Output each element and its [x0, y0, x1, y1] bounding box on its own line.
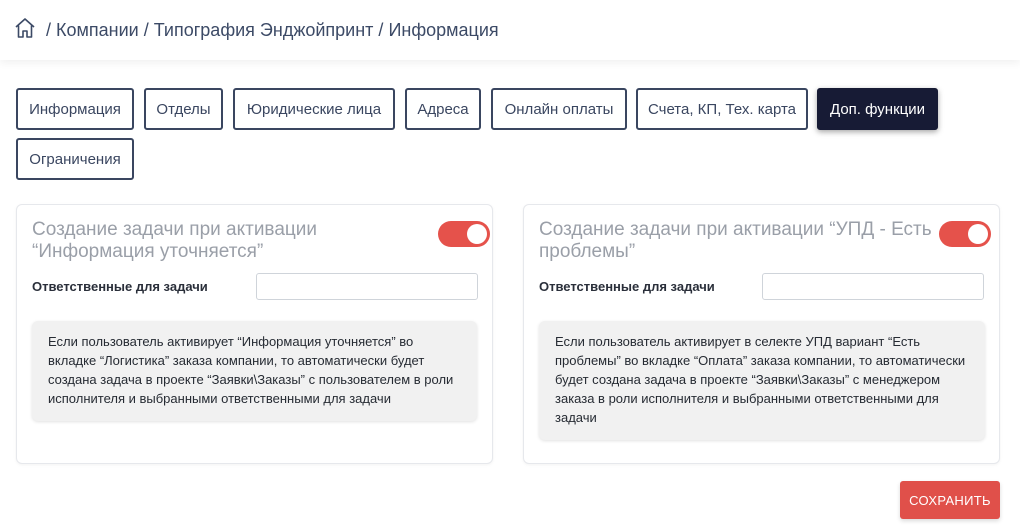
page-header: / Компании / Типография Энджойпринт / Ин…: [0, 0, 1020, 60]
tab-departments[interactable]: Отделы: [144, 88, 223, 130]
tab-addresses[interactable]: Адреса: [405, 88, 481, 130]
settings-card-info-clarify: Создание задачи при активации “Информаци…: [16, 204, 493, 464]
responsible-input[interactable]: [256, 273, 478, 300]
card-title: Создание задачи при активации “Информаци…: [32, 219, 317, 262]
toggle-switch[interactable]: [438, 221, 490, 247]
info-box: Если пользователь активирует “Информация…: [32, 321, 477, 421]
home-icon[interactable]: [14, 17, 36, 39]
breadcrumb-item-companies[interactable]: Компании: [56, 20, 139, 41]
breadcrumb-item-current: Информация: [388, 19, 499, 40]
toggle-switch[interactable]: [939, 221, 991, 247]
tab-restrictions[interactable]: Ограничения: [16, 138, 134, 180]
settings-card-upd-problems: Создание задачи при активации “УПД - Ест…: [523, 204, 1000, 464]
tab-legal-entities[interactable]: Юридические лица: [233, 88, 395, 130]
card-title: Создание задачи при активации “УПД - Ест…: [539, 219, 932, 262]
tab-extra-functions[interactable]: Доп. функции: [817, 88, 938, 130]
tab-invoices[interactable]: Счета, КП, Тех. карта: [636, 88, 808, 130]
breadcrumb-item-company[interactable]: Типография Энджойпринт: [154, 20, 374, 41]
responsible-input[interactable]: [762, 273, 984, 300]
tab-online-payments[interactable]: Онлайн оплаты: [491, 88, 627, 130]
breadcrumb-separator: /: [143, 19, 149, 40]
breadcrumb-separator: /: [378, 19, 384, 40]
field-label: Ответственные для задачи: [32, 279, 208, 294]
toggle-knob: [467, 224, 487, 244]
breadcrumb-separator: /: [46, 19, 52, 40]
toggle-knob: [968, 224, 988, 244]
field-label: Ответственные для задачи: [539, 279, 715, 294]
info-box: Если пользователь активирует в селекте У…: [539, 321, 985, 440]
breadcrumb: / Компании / Типография Энджойпринт / Ин…: [41, 20, 499, 41]
save-button[interactable]: СОХРАНИТЬ: [900, 481, 1000, 519]
tab-information[interactable]: Информация: [16, 88, 134, 130]
